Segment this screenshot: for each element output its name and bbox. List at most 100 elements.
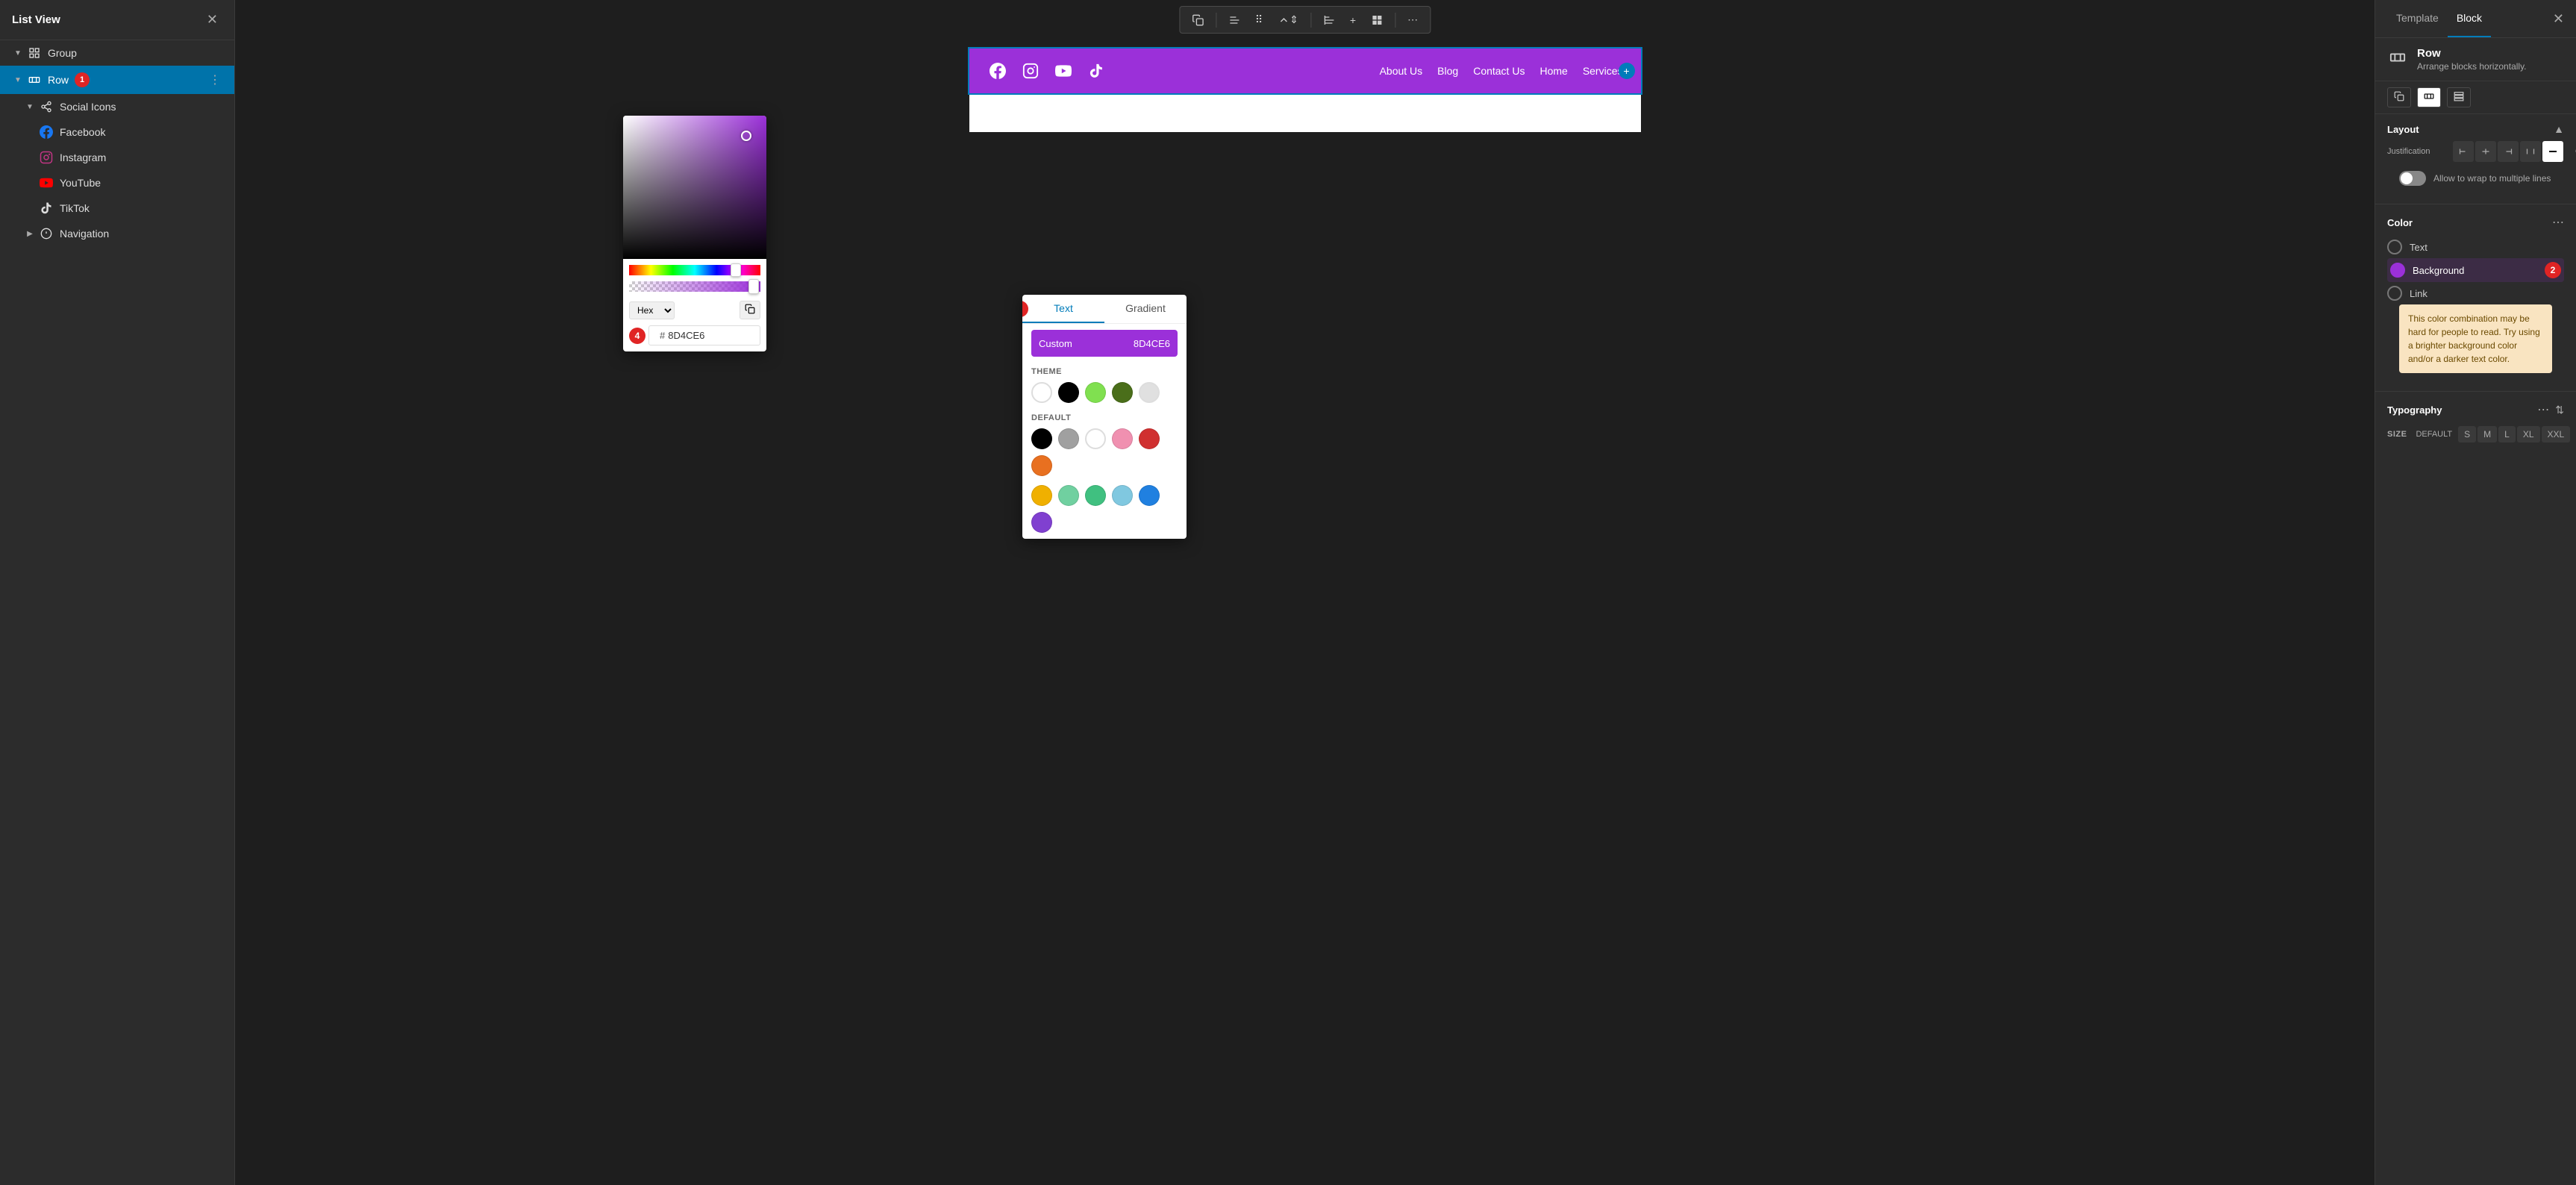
social-icons-bar bbox=[987, 60, 1107, 81]
left-panel: List View ✕ ▼ Group ▼ Row 1 ⋮ ▼ Social I… bbox=[0, 0, 235, 1185]
size-xl-button[interactable]: XL bbox=[2517, 426, 2540, 443]
nav-contact[interactable]: Contact Us bbox=[1473, 65, 1525, 77]
justify-right-button[interactable] bbox=[2498, 141, 2519, 162]
default-swatch-purple[interactable] bbox=[1031, 512, 1052, 533]
canvas-drag-button[interactable]: ⠿ bbox=[1249, 10, 1269, 30]
color-gradient-canvas[interactable] bbox=[623, 116, 766, 259]
list-item-youtube[interactable]: YouTube bbox=[0, 170, 234, 196]
canvas-align-left-button[interactable] bbox=[1317, 10, 1341, 30]
link-color-radio bbox=[2387, 286, 2402, 301]
typography-header: Typography ⋯ ⇅ bbox=[2387, 395, 2564, 423]
color-panel: 3 Text Gradient Custom 8D4CE6 THEME DEFA… bbox=[1022, 295, 1187, 539]
typography-settings-button[interactable]: ⇅ bbox=[2555, 404, 2564, 416]
default-swatch-white[interactable] bbox=[1085, 428, 1106, 449]
size-m-button[interactable]: M bbox=[2477, 426, 2497, 443]
hex-input[interactable] bbox=[665, 330, 754, 341]
theme-section-label: THEME bbox=[1022, 363, 1187, 379]
header-instagram-icon[interactable] bbox=[1020, 60, 1041, 81]
theme-swatch-black[interactable] bbox=[1058, 382, 1079, 403]
default-swatches bbox=[1022, 425, 1187, 482]
color-gradient-cursor[interactable] bbox=[741, 131, 751, 141]
tab-template[interactable]: Template bbox=[2387, 0, 2448, 37]
list-item-instagram[interactable]: Instagram bbox=[0, 145, 234, 170]
justify-fill-button[interactable] bbox=[2542, 141, 2563, 162]
color-format-select[interactable]: Hex RGB HSL bbox=[629, 301, 675, 319]
list-item-group[interactable]: ▼ Group bbox=[0, 40, 234, 66]
block-row-layout-button[interactable] bbox=[2417, 87, 2441, 107]
list-item-navigation[interactable]: ▶ Navigation bbox=[0, 221, 234, 246]
canvas-block-button[interactable] bbox=[1365, 10, 1389, 30]
nav-home[interactable]: Home bbox=[1539, 65, 1567, 77]
default-swatch-gray[interactable] bbox=[1058, 428, 1079, 449]
theme-swatch-lightgray[interactable] bbox=[1139, 382, 1160, 403]
theme-swatch-darkgreen[interactable] bbox=[1112, 382, 1133, 403]
justify-left-button[interactable] bbox=[2453, 141, 2474, 162]
default-swatch-black[interactable] bbox=[1031, 428, 1052, 449]
nav-about[interactable]: About Us bbox=[1380, 65, 1423, 77]
layout-collapse-button[interactable]: ▲ bbox=[2554, 123, 2564, 135]
right-panel-close-button[interactable]: ✕ bbox=[2553, 11, 2564, 27]
color-row-text[interactable]: Text bbox=[2387, 236, 2564, 258]
list-item-row[interactable]: ▼ Row 1 ⋮ bbox=[0, 66, 234, 94]
main-canvas: ⠿ ⇕ + ⋯ bbox=[235, 0, 2375, 1185]
color-hue-thumb[interactable] bbox=[731, 263, 741, 277]
list-item-social-icons[interactable]: ▼ Social Icons bbox=[0, 94, 234, 119]
theme-swatch-green[interactable] bbox=[1085, 382, 1106, 403]
layout-title: Layout bbox=[2387, 124, 2419, 135]
list-item-tiktok[interactable]: TikTok bbox=[0, 196, 234, 221]
block-stack-button[interactable] bbox=[2447, 87, 2471, 107]
header-tiktok-icon[interactable] bbox=[1086, 60, 1107, 81]
header-facebook-icon[interactable] bbox=[987, 60, 1008, 81]
size-s-button[interactable]: S bbox=[2458, 426, 2476, 443]
layout-section: Layout ▲ Justification bbox=[2375, 114, 2576, 201]
default-swatch-red[interactable] bbox=[1139, 428, 1160, 449]
canvas-duplicate-button[interactable] bbox=[1186, 10, 1210, 30]
canvas-more-button[interactable]: ⋯ bbox=[1401, 10, 1424, 30]
add-row-below-button[interactable]: + bbox=[1619, 63, 1635, 79]
nav-services[interactable]: Services bbox=[1583, 65, 1623, 77]
row-more-button[interactable]: ⋮ bbox=[204, 71, 225, 89]
size-buttons: S M L XL XXL bbox=[2458, 426, 2570, 443]
social-icons-label: Social Icons bbox=[60, 101, 116, 113]
default-swatch-orange[interactable] bbox=[1031, 455, 1052, 476]
default-swatch-blue[interactable] bbox=[1139, 485, 1160, 506]
color-picker-badge: 4 bbox=[629, 328, 645, 344]
wrap-toggle[interactable] bbox=[2399, 171, 2426, 186]
left-panel-close-button[interactable]: ✕ bbox=[202, 10, 222, 29]
canvas-align-button[interactable] bbox=[1222, 10, 1246, 30]
tab-solid[interactable]: Text bbox=[1022, 295, 1104, 323]
color-row-link[interactable]: Link bbox=[2387, 282, 2564, 304]
nav-blog[interactable]: Blog bbox=[1437, 65, 1458, 77]
color-row-background[interactable]: Background 2 bbox=[2387, 258, 2564, 282]
block-duplicate-button[interactable] bbox=[2387, 87, 2411, 107]
typography-more-button[interactable]: ⋯ bbox=[2537, 402, 2549, 417]
default-swatch-pink[interactable] bbox=[1112, 428, 1133, 449]
default-swatch-teal[interactable] bbox=[1085, 485, 1106, 506]
default-swatch-mint[interactable] bbox=[1058, 485, 1079, 506]
opacity-thumb[interactable] bbox=[748, 279, 759, 294]
color-section: Color ⋯ Text Background 2 Link This colo… bbox=[2375, 207, 2576, 388]
canvas-move-button[interactable]: ⇕ bbox=[1272, 10, 1304, 30]
size-l-button[interactable]: L bbox=[2498, 426, 2516, 443]
header-youtube-icon[interactable] bbox=[1053, 60, 1074, 81]
default-swatch-yellow[interactable] bbox=[1031, 485, 1052, 506]
color-more-button[interactable]: ⋯ bbox=[2552, 215, 2564, 230]
canvas-add-button[interactable]: + bbox=[1344, 10, 1362, 30]
navigation-icon bbox=[39, 226, 54, 241]
size-xxl-button[interactable]: XXL bbox=[2542, 426, 2571, 443]
custom-color-row[interactable]: Custom 8D4CE6 bbox=[1022, 324, 1187, 363]
list-item-facebook[interactable]: Facebook bbox=[0, 119, 234, 145]
justify-center-button[interactable] bbox=[2475, 141, 2496, 162]
tab-block[interactable]: Block bbox=[2448, 0, 2491, 37]
color-hue-slider[interactable] bbox=[629, 265, 760, 275]
tab-gradient[interactable]: Gradient bbox=[1104, 295, 1187, 323]
group-chevron-icon: ▼ bbox=[12, 47, 24, 59]
navigation-chevron-icon: ▶ bbox=[24, 228, 36, 240]
default-section-label: DEFAULT bbox=[1022, 409, 1187, 425]
theme-swatch-white[interactable] bbox=[1031, 382, 1052, 403]
copy-color-button[interactable] bbox=[740, 301, 760, 319]
justify-space-between-button[interactable] bbox=[2520, 141, 2541, 162]
default-swatch-lightblue[interactable] bbox=[1112, 485, 1133, 506]
block-row-icon bbox=[2387, 47, 2408, 68]
tiktok-icon bbox=[39, 201, 54, 216]
